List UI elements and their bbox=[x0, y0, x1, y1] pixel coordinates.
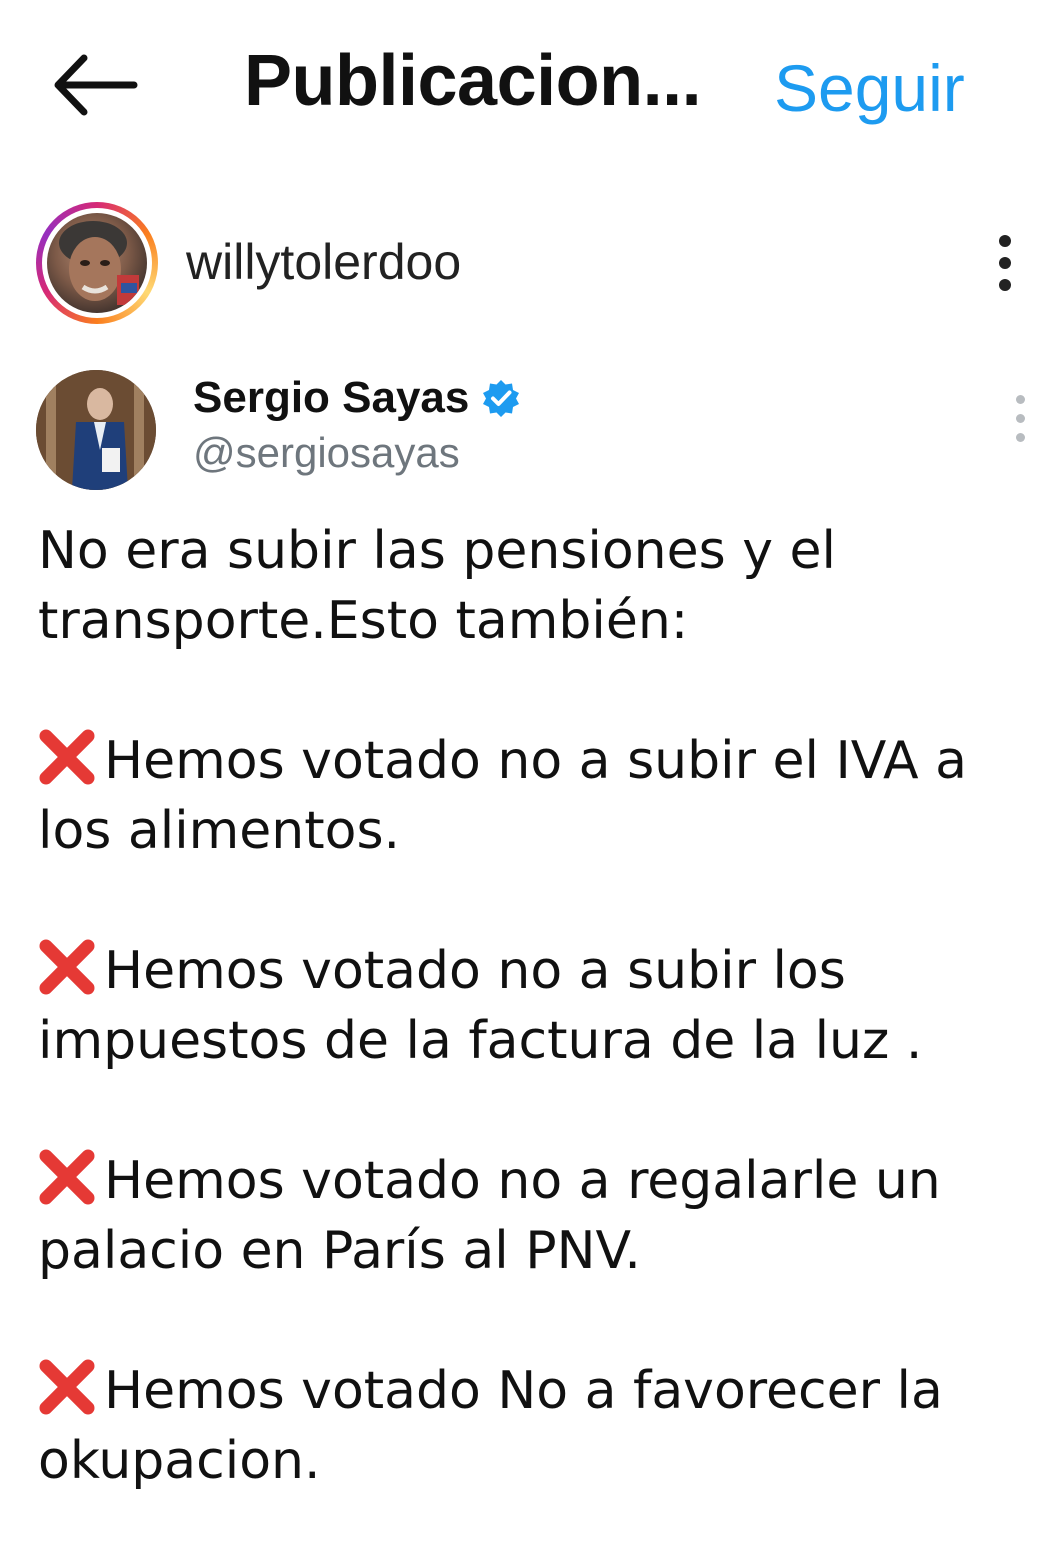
top-app-bar: Publicacion... Seguir bbox=[0, 0, 1049, 170]
story-ring[interactable] bbox=[36, 202, 158, 324]
tweet-intro: No era subir las pensiones y el transpor… bbox=[38, 521, 836, 651]
red-x-icon bbox=[39, 1149, 95, 1205]
tweet-author: Sergio Sayas bbox=[193, 373, 521, 423]
follow-button[interactable]: Seguir bbox=[774, 50, 965, 126]
list-item-text: Hemos votado no a regalarle un palacio e… bbox=[38, 1151, 941, 1281]
tweet-more-options-button[interactable] bbox=[1012, 395, 1028, 467]
list-item: Hemos votado No a favorecer la okupacion… bbox=[38, 1356, 1028, 1496]
list-item-text: Hemos votado no a subir los impuestos de… bbox=[38, 941, 923, 1071]
red-x-icon bbox=[39, 1359, 95, 1415]
poster-username[interactable]: willytolerdoo bbox=[186, 233, 461, 291]
arrow-left-icon bbox=[54, 54, 138, 116]
red-x-icon bbox=[39, 939, 95, 995]
avatar bbox=[47, 213, 147, 313]
back-button[interactable] bbox=[52, 52, 138, 118]
list-item: Hemos votado no a subir el IVA a los ali… bbox=[38, 726, 1028, 866]
tweet-author-handle[interactable]: @sergiosayas bbox=[193, 429, 460, 477]
page-title: Publicacion... bbox=[244, 41, 702, 121]
tweet-header: Sergio Sayas @sergiosayas bbox=[0, 365, 1049, 495]
more-vertical-icon bbox=[1015, 395, 1025, 404]
verified-badge-icon bbox=[483, 380, 520, 417]
list-item-text: Hemos votado No a favorecer la okupacion… bbox=[38, 1361, 943, 1491]
tweet-text: No era subir las pensiones y el transpor… bbox=[38, 516, 1028, 1566]
tweet-author-avatar bbox=[36, 370, 156, 490]
more-options-button[interactable] bbox=[990, 235, 1020, 291]
tweet-author-name[interactable]: Sergio Sayas bbox=[193, 373, 469, 422]
post-header: willytolerdoo bbox=[0, 195, 1049, 330]
more-vertical-icon bbox=[999, 235, 1011, 247]
red-x-icon bbox=[39, 729, 95, 785]
list-item-text: Hemos votado no a subir el IVA a los ali… bbox=[38, 731, 968, 861]
list-item: Hemos votado no a regalarle un palacio e… bbox=[38, 1146, 1028, 1286]
list-item: Hemos votado no a subir los impuestos de… bbox=[38, 936, 1028, 1076]
